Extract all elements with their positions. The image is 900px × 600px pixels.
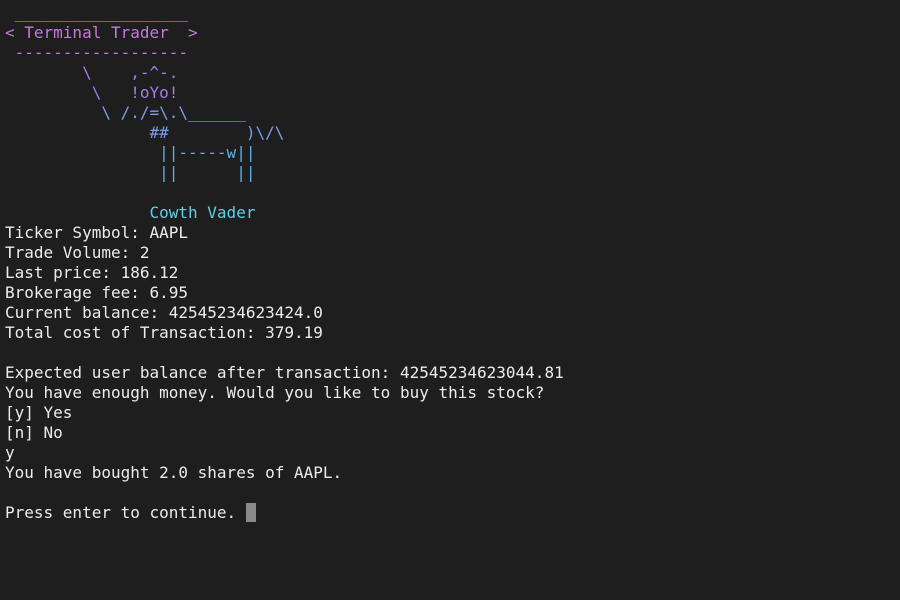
banner-title: < Terminal Trader > (5, 23, 198, 42)
brokerage-fee: Brokerage fee: 6.95 (5, 283, 189, 302)
option-no: [n] No (5, 423, 63, 442)
ascii-art-line-4: ## )\/\ (5, 123, 285, 142)
ascii-art-line-1: \ ,-^-. (5, 63, 179, 82)
expected-balance: Expected user balance after transaction:… (5, 363, 564, 382)
ascii-art-caption: Cowth Vader (5, 203, 256, 222)
continue-prompt-line[interactable]: Press enter to continue. (5, 503, 900, 523)
option-yes: [y] Yes (5, 403, 73, 422)
buy-question: You have enough money. Would you like to… (5, 383, 545, 402)
banner-top-rule: __________________ (5, 3, 189, 22)
trade-volume: Trade Volume: 2 (5, 243, 150, 262)
ascii-art-line-3: \ /./=\.\______ (5, 103, 246, 122)
ascii-art-line-5: ||-----w|| (5, 143, 256, 162)
ascii-art-line-2: \ !oYo! (5, 83, 179, 102)
banner-bottom-rule: ------------------ (5, 43, 189, 62)
continue-prompt: Press enter to continue. (5, 503, 246, 522)
current-balance: Current balance: 42545234623424.0 (5, 303, 323, 322)
purchase-result: You have bought 2.0 shares of AAPL. (5, 463, 343, 482)
text-cursor (245, 503, 256, 522)
total-cost: Total cost of Transaction: 379.19 (5, 323, 323, 342)
user-input: y (5, 443, 15, 462)
last-price: Last price: 186.12 (5, 263, 179, 282)
ticker-symbol: Ticker Symbol: AAPL (5, 223, 189, 242)
ascii-art-line-6: || || (5, 163, 256, 182)
terminal-window[interactable]: __________________ < Terminal Trader > -… (0, 0, 900, 600)
